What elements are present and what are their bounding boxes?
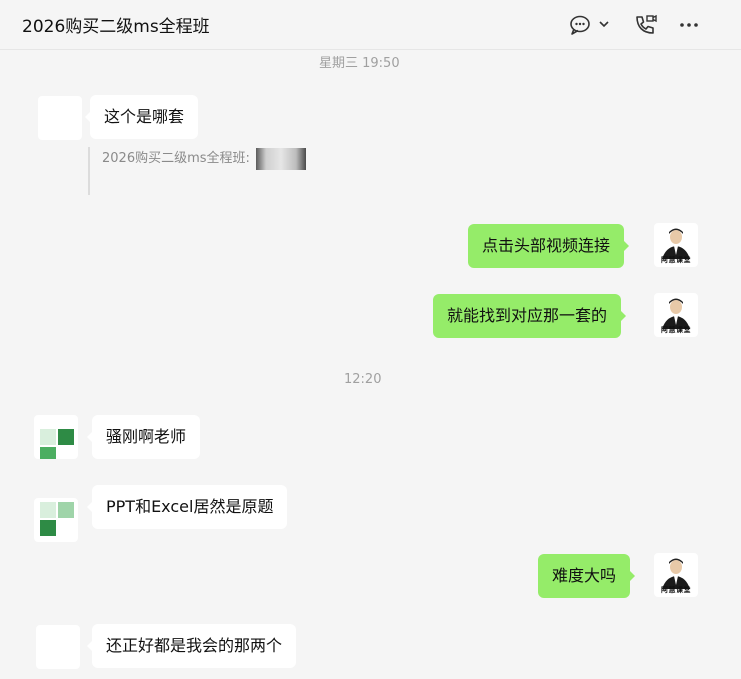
timestamp: 星期三 19:50 <box>319 56 400 71</box>
avatar[interactable] <box>34 498 78 542</box>
avatar[interactable] <box>38 96 82 140</box>
message-bubble[interactable]: 还正好都是我会的那两个 <box>86 624 297 668</box>
message-bubble[interactable]: 这个是哪套 <box>84 95 199 139</box>
message-list[interactable]: 星期三 19:50 这个是哪套 2026购买二级ms全程班: 点击头部视频连接 … <box>0 51 741 679</box>
avatar[interactable]: 阿慧课堂 <box>654 223 698 267</box>
message-bubble[interactable]: 就能找到对应那一套的 <box>433 294 627 338</box>
chat-dropdown-icon[interactable] <box>568 13 612 37</box>
avatar[interactable]: 阿慧课堂 <box>654 293 698 337</box>
chat-title: 2026购买二级ms全程班 <box>22 17 210 37</box>
quoted-message[interactable]: 2026购买二级ms全程班: <box>88 147 306 195</box>
quote-thumbnail[interactable] <box>255 147 306 170</box>
message-bubble[interactable]: 骚刚啊老师 <box>86 415 201 459</box>
video-call-icon[interactable] <box>632 13 658 37</box>
timestamp: 12:20 <box>344 372 382 387</box>
avatar-caption: 阿慧课堂 <box>661 256 691 264</box>
message-bubble[interactable]: 点击头部视频连接 <box>468 224 630 268</box>
chat-header: 2026购买二级ms全程班 <box>0 0 741 50</box>
avatar[interactable] <box>34 415 78 459</box>
avatar[interactable]: 阿慧课堂 <box>654 553 698 597</box>
avatar-caption: 阿慧课堂 <box>661 326 691 334</box>
avatar[interactable] <box>36 625 80 669</box>
avatar-caption: 阿慧课堂 <box>661 586 691 594</box>
message-bubble[interactable]: 难度大吗 <box>538 554 636 598</box>
more-icon[interactable] <box>676 13 702 37</box>
message-bubble[interactable]: PPT和Excel居然是原题 <box>86 485 288 529</box>
quote-label: 2026购买二级ms全程班: <box>102 151 250 166</box>
